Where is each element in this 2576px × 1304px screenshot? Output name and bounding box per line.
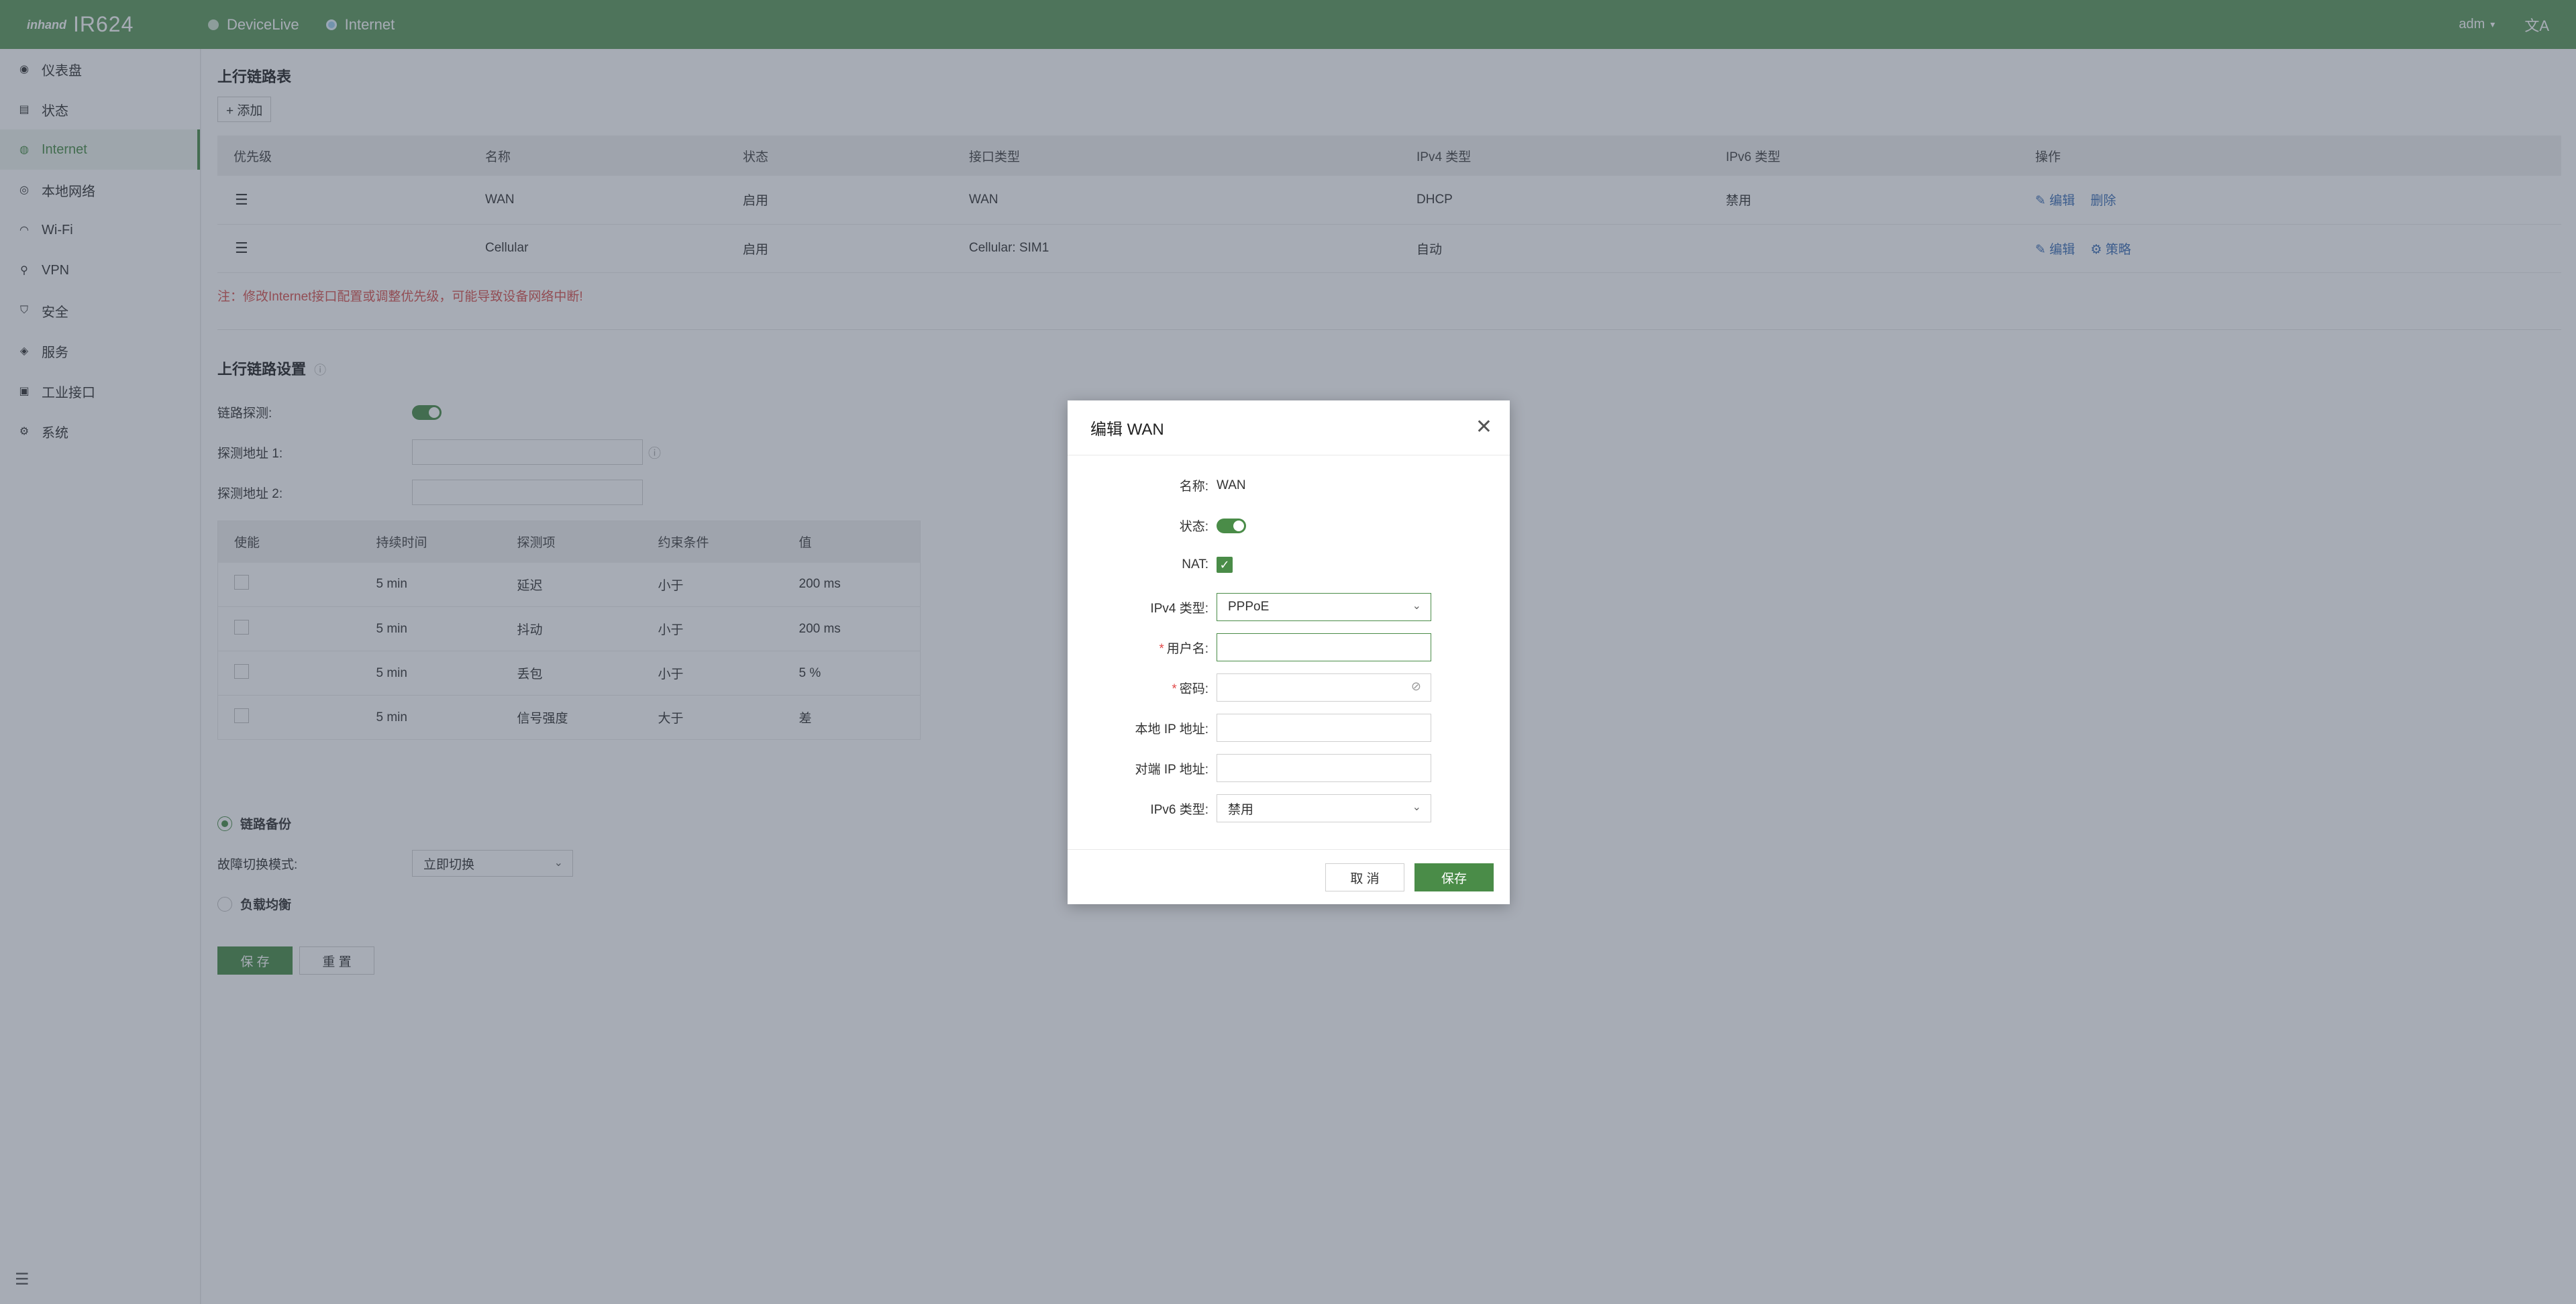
nat-row: NAT: ✓ <box>1068 557 1510 573</box>
chevron-down-icon: ⌄ <box>1412 802 1421 813</box>
password-label: 密码: <box>1179 682 1208 696</box>
username-input[interactable] <box>1217 633 1431 661</box>
status-toggle[interactable] <box>1217 518 1246 533</box>
nat-label: NAT: <box>1182 557 1208 572</box>
cancel-button[interactable]: 取 消 <box>1325 863 1404 891</box>
dialog-footer: 取 消 保存 <box>1068 849 1510 904</box>
ipv4-select[interactable]: PPPoE ⌄ <box>1217 593 1431 621</box>
local-ip-input[interactable] <box>1217 714 1431 742</box>
password-row: * 密码: ⊘ <box>1068 673 1510 702</box>
peer-ip-input[interactable] <box>1217 754 1431 782</box>
ipv6-label: IPv6 类型: <box>1150 802 1208 817</box>
dialog-title: 编辑 WAN <box>1090 421 1164 439</box>
dialog-save-button[interactable]: 保存 <box>1414 863 1494 891</box>
required-mark: * <box>1159 641 1164 656</box>
local-ip-label: 本地 IP 地址: <box>1135 722 1208 737</box>
status-row: 状态: <box>1068 517 1510 535</box>
name-row: 名称: WAN <box>1068 476 1510 494</box>
name-value: WAN <box>1217 478 1246 492</box>
chevron-down-icon: ⌄ <box>1412 600 1421 612</box>
local-ip-row: 本地 IP 地址: <box>1068 714 1510 742</box>
username-label-wrap: * 用户名: <box>1068 639 1217 657</box>
username-row: * 用户名: <box>1068 633 1510 661</box>
edit-wan-dialog: 编辑 WAN ✕ 名称: WAN 状态: NAT: ✓ IPv4 类型: PPP… <box>1068 400 1510 904</box>
ipv6-select[interactable]: 禁用 ⌄ <box>1217 794 1431 822</box>
ipv4-label: IPv4 类型: <box>1150 601 1208 616</box>
username-label: 用户名: <box>1166 641 1208 656</box>
ipv4-row: IPv4 类型: PPPoE ⌄ <box>1068 593 1510 621</box>
password-input[interactable]: ⊘ <box>1217 673 1431 702</box>
ipv4-value: PPPoE <box>1228 600 1270 614</box>
peer-ip-row: 对端 IP 地址: <box>1068 754 1510 782</box>
nat-checkbox[interactable]: ✓ <box>1217 557 1233 573</box>
eye-off-icon[interactable]: ⊘ <box>1411 680 1421 694</box>
peer-ip-label: 对端 IP 地址: <box>1135 762 1208 777</box>
required-mark: * <box>1172 682 1177 696</box>
name-label: 名称: <box>1179 480 1208 494</box>
status-label: 状态: <box>1179 520 1208 534</box>
ipv6-row: IPv6 类型: 禁用 ⌄ <box>1068 794 1510 822</box>
password-label-wrap: * 密码: <box>1068 679 1217 697</box>
dialog-header: 编辑 WAN <box>1068 400 1510 455</box>
close-icon[interactable]: ✕ <box>1476 415 1492 439</box>
ipv6-value: 禁用 <box>1228 802 1254 817</box>
